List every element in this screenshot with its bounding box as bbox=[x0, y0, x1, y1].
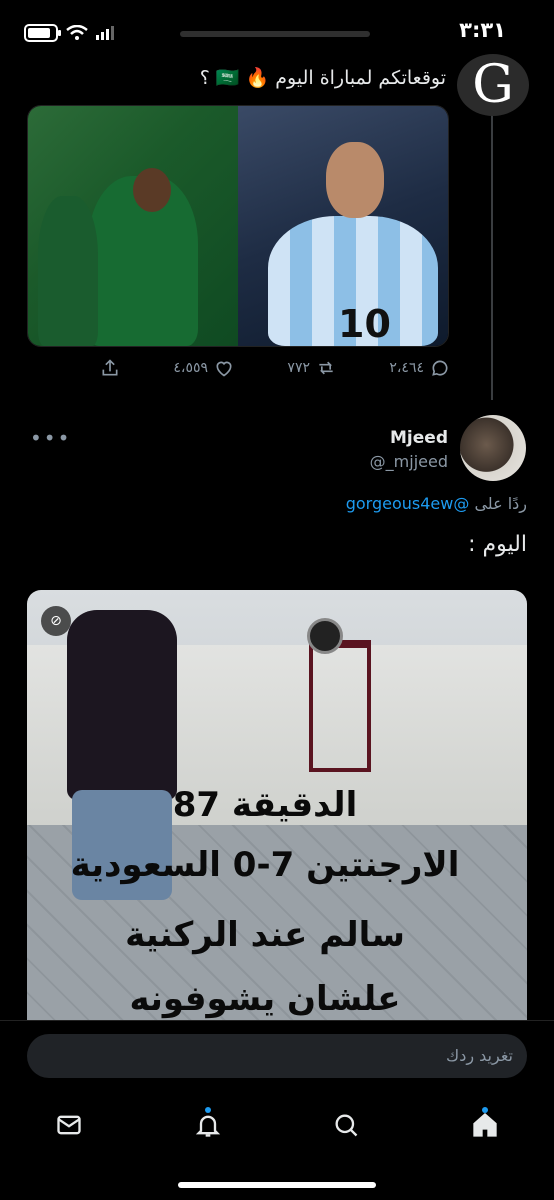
argentina-player-photo: 10 bbox=[238, 106, 448, 346]
user-display-name[interactable]: Mjeed bbox=[390, 428, 448, 448]
search-icon bbox=[335, 1114, 358, 1137]
reply-tweet-text: اليوم : bbox=[468, 532, 527, 557]
share-icon bbox=[102, 359, 118, 376]
video-caption-line4: علشان يشوفونه bbox=[129, 979, 401, 1019]
video-caption-line1: الدقيقة 87 bbox=[172, 785, 358, 825]
video-caption-line3: سالم عند الركنية bbox=[125, 915, 405, 955]
like-button[interactable]: ٤،٥٥٩ bbox=[173, 358, 234, 378]
reply-prefix: ردًا على bbox=[474, 494, 527, 513]
heart-icon bbox=[216, 361, 232, 377]
retweet-count: ٧٧٢ bbox=[287, 360, 310, 376]
reply-avatar[interactable] bbox=[460, 415, 526, 481]
quoted-tweet-text: توقعاتكم لمباراة اليوم 🔥 🇸🇦 ؟ bbox=[199, 67, 446, 89]
status-time: ٣:٣١ bbox=[459, 18, 506, 42]
retweet-icon bbox=[319, 361, 333, 375]
tweet-media-image[interactable]: 10 bbox=[27, 105, 449, 347]
reply-target-link[interactable]: @gorgeous4ew bbox=[346, 494, 470, 513]
like-count: ٤،٥٥٩ bbox=[173, 360, 209, 376]
mail-icon bbox=[57, 1115, 81, 1135]
video-stand bbox=[309, 640, 371, 772]
nav-search[interactable] bbox=[326, 1105, 366, 1145]
tweet-video[interactable]: ⊘ الدقيقة 87 الارجنتين 7-0 السعودية سالم… bbox=[27, 590, 527, 1020]
quoted-tweet-actions: ٤،٥٥٩ ٧٧٢ ٢،٤٦٤ bbox=[100, 358, 450, 378]
comment-icon bbox=[432, 360, 448, 376]
video-person bbox=[67, 610, 177, 800]
retweet-button[interactable]: ٧٧٢ bbox=[287, 358, 336, 378]
nav-messages[interactable] bbox=[49, 1105, 89, 1145]
quoted-avatar[interactable]: G bbox=[457, 54, 529, 116]
reply-count: ٢،٤٦٤ bbox=[389, 360, 424, 376]
video-caption-line2: الارجنتين 7-0 السعودية bbox=[70, 845, 460, 885]
video-ball bbox=[307, 618, 343, 654]
reply-input[interactable]: تغريد ردك bbox=[27, 1034, 527, 1078]
user-handle[interactable]: @_mjjeed bbox=[370, 452, 448, 471]
reply-button[interactable]: ٢،٤٦٤ bbox=[389, 358, 450, 378]
replying-to: ردًا على @gorgeous4ew bbox=[346, 494, 527, 513]
cellular-signal-icon bbox=[96, 26, 114, 40]
thread-line bbox=[491, 110, 493, 400]
bell-icon bbox=[195, 1115, 220, 1137]
nav-notifications[interactable] bbox=[188, 1105, 228, 1145]
home-icon bbox=[473, 1112, 497, 1137]
wifi-icon bbox=[66, 25, 88, 40]
battery-icon bbox=[24, 24, 61, 42]
bottom-nav bbox=[0, 1100, 554, 1150]
notification-dot bbox=[204, 1107, 211, 1113]
home-indicator bbox=[178, 1182, 376, 1188]
more-options-icon[interactable]: ••• bbox=[30, 426, 71, 450]
nav-home[interactable] bbox=[465, 1105, 505, 1145]
saudi-players-photo bbox=[28, 106, 238, 346]
share-button[interactable] bbox=[100, 358, 120, 378]
status-icons bbox=[24, 24, 114, 42]
top-header-blur bbox=[180, 31, 370, 37]
media-settings-icon[interactable]: ⊘ bbox=[41, 606, 71, 636]
home-dot bbox=[481, 1107, 488, 1113]
